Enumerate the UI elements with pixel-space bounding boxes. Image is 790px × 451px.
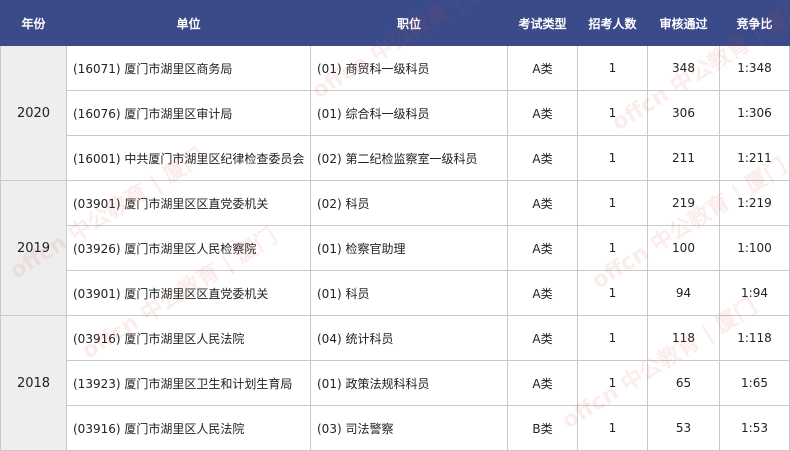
exam-type-cell: A类 (507, 360, 578, 406)
ratio-cell: 1:65 (719, 360, 790, 406)
recruits-cell: 1 (577, 360, 648, 406)
table-row: 2018 (03916) 厦门市湖里区人民法院 (04) 统计科员 A类 1 1… (0, 315, 790, 451)
approved-cell: 211 (647, 135, 720, 181)
header-row: 年份 单位 职位 考试类型 招考人数 审核通过 竞争比 (0, 0, 790, 46)
position-cell: (02) 第二纪检监察室一级科员 (310, 135, 508, 181)
header-unit: 单位 (66, 0, 311, 46)
header-approved: 审核通过 (647, 0, 720, 46)
unit-cell: (03916) 厦门市湖里区人民法院 (66, 315, 311, 361)
ratio-cell: 1:306 (719, 90, 790, 136)
recruits-cell: 1 (577, 270, 648, 316)
unit-cell: (03901) 厦门市湖里区区直党委机关 (66, 270, 311, 316)
approved-cell: 219 (647, 180, 720, 226)
unit-cell: (13923) 厦门市湖里区卫生和计划生育局 (66, 360, 311, 406)
header-recruits: 招考人数 (577, 0, 648, 46)
table-row: (03916) 厦门市湖里区人民法院 (03) 司法警察 B类 1 53 1:5… (1, 405, 790, 451)
header-position: 职位 (310, 0, 508, 46)
approved-cell: 53 (647, 405, 720, 451)
table-row: (13923) 厦门市湖里区卫生和计划生育局 (01) 政策法规科科员 A类 1… (1, 360, 790, 406)
approved-cell: 306 (647, 90, 720, 136)
unit-cell: (03916) 厦门市湖里区人民法院 (66, 405, 311, 451)
exam-type-cell: B类 (507, 405, 578, 451)
table-row: 2019 (03901) 厦门市湖里区区直党委机关 (02) 科员 A类 1 2… (0, 180, 790, 316)
table-row: (03901) 厦门市湖里区区直党委机关 (01) 科员 A类 1 94 1:9… (1, 270, 790, 316)
position-cell: (04) 统计科员 (310, 315, 508, 361)
recruits-cell: 1 (577, 180, 648, 226)
exam-type-cell: A类 (507, 315, 578, 361)
exam-type-cell: A类 (507, 225, 578, 271)
position-cell: (01) 检察官助理 (310, 225, 508, 271)
unit-cell: (16071) 厦门市湖里区商务局 (66, 45, 311, 91)
position-cell: (01) 科员 (310, 270, 508, 316)
header-ratio: 竞争比 (719, 0, 790, 46)
exam-type-cell: A类 (507, 90, 578, 136)
unit-cell: (03901) 厦门市湖里区区直党委机关 (66, 180, 311, 226)
year-cell: 2018 (0, 315, 67, 451)
recruits-cell: 1 (577, 405, 648, 451)
unit-cell: (16001) 中共厦门市湖里区纪律检查委员会 (66, 135, 311, 181)
ratio-cell: 1:211 (719, 135, 790, 181)
table-row: (03926) 厦门市湖里区人民检察院 (01) 检察官助理 A类 1 100 … (1, 225, 790, 271)
approved-cell: 118 (647, 315, 720, 361)
table-row: (16001) 中共厦门市湖里区纪律检查委员会 (02) 第二纪检监察室一级科员… (1, 135, 790, 181)
exam-type-cell: A类 (507, 135, 578, 181)
recruits-cell: 1 (577, 135, 648, 181)
position-cell: (02) 科员 (310, 180, 508, 226)
table-row: (16076) 厦门市湖里区审计局 (01) 综合科一级科员 A类 1 306 … (1, 90, 790, 136)
year-cell: 2020 (0, 45, 67, 181)
exam-type-cell: A类 (507, 45, 578, 91)
header-exam-type: 考试类型 (507, 0, 578, 46)
position-cell: (01) 政策法规科科员 (310, 360, 508, 406)
unit-cell: (03926) 厦门市湖里区人民检察院 (66, 225, 311, 271)
competition-table: 年份 单位 职位 考试类型 招考人数 审核通过 竞争比 2020 (16071)… (0, 0, 790, 451)
header-year: 年份 (0, 0, 67, 46)
ratio-cell: 1:100 (719, 225, 790, 271)
ratio-cell: 1:53 (719, 405, 790, 451)
position-cell: (03) 司法警察 (310, 405, 508, 451)
table-row: 2020 (16071) 厦门市湖里区商务局 (01) 商贸科一级科员 A类 1… (0, 45, 790, 181)
ratio-cell: 1:118 (719, 315, 790, 361)
exam-type-cell: A类 (507, 270, 578, 316)
approved-cell: 100 (647, 225, 720, 271)
ratio-cell: 1:348 (719, 45, 790, 91)
recruits-cell: 1 (577, 45, 648, 91)
unit-cell: (16076) 厦门市湖里区审计局 (66, 90, 311, 136)
position-cell: (01) 商贸科一级科员 (310, 45, 508, 91)
ratio-cell: 1:94 (719, 270, 790, 316)
recruits-cell: 1 (577, 315, 648, 361)
recruits-cell: 1 (577, 225, 648, 271)
approved-cell: 94 (647, 270, 720, 316)
year-cell: 2019 (0, 180, 67, 316)
ratio-cell: 1:219 (719, 180, 790, 226)
approved-cell: 65 (647, 360, 720, 406)
approved-cell: 348 (647, 45, 720, 91)
recruits-cell: 1 (577, 90, 648, 136)
position-cell: (01) 综合科一级科员 (310, 90, 508, 136)
exam-type-cell: A类 (507, 180, 578, 226)
